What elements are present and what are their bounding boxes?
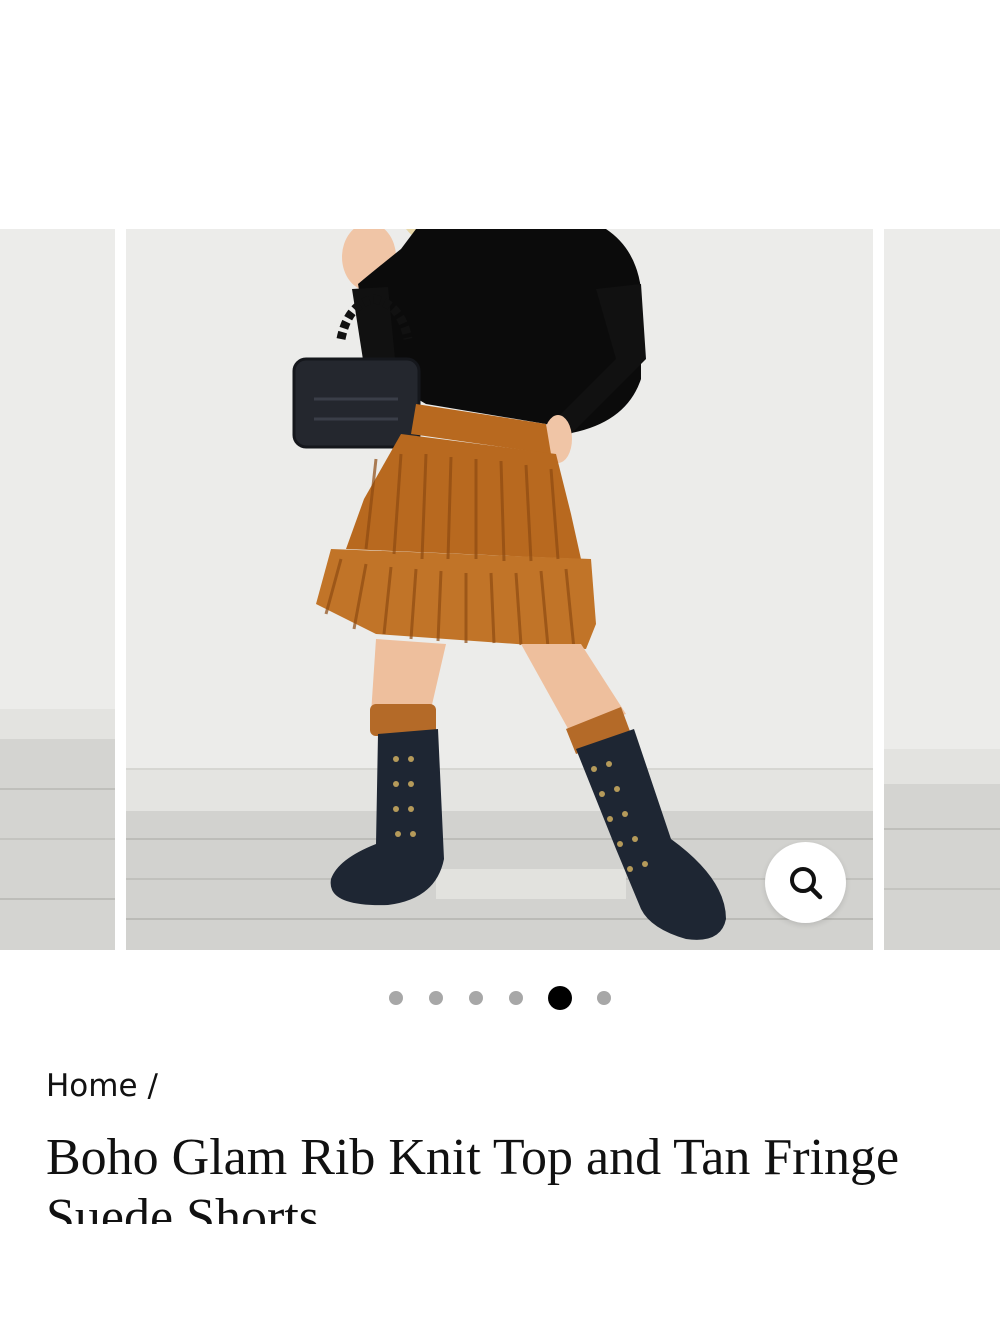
previous-slide-image[interactable] (0, 229, 115, 950)
product-image-gallery[interactable] (0, 229, 1000, 950)
carousel-dot-4[interactable] (509, 991, 523, 1005)
main-product-image[interactable] (126, 229, 873, 950)
carousel-dot-6[interactable] (597, 991, 611, 1005)
breadcrumb: Home / (46, 1068, 158, 1104)
carousel-dot-5-active[interactable] (548, 986, 572, 1010)
carousel-dot-2[interactable] (429, 991, 443, 1005)
breadcrumb-separator: / (147, 1068, 158, 1104)
breadcrumb-home-link[interactable]: Home (46, 1068, 138, 1104)
carousel-pagination (0, 985, 1000, 1011)
product-title-container: Boho Glam Rib Knit Top and Tan Fringe Su… (46, 1128, 946, 1224)
next-slide-image[interactable] (884, 229, 1000, 950)
search-icon (789, 866, 822, 899)
carousel-dot-1[interactable] (389, 991, 403, 1005)
product-title: Boho Glam Rib Knit Top and Tan Fringe Su… (46, 1129, 900, 1224)
carousel-dot-3[interactable] (469, 991, 483, 1005)
zoom-button[interactable] (765, 842, 846, 923)
